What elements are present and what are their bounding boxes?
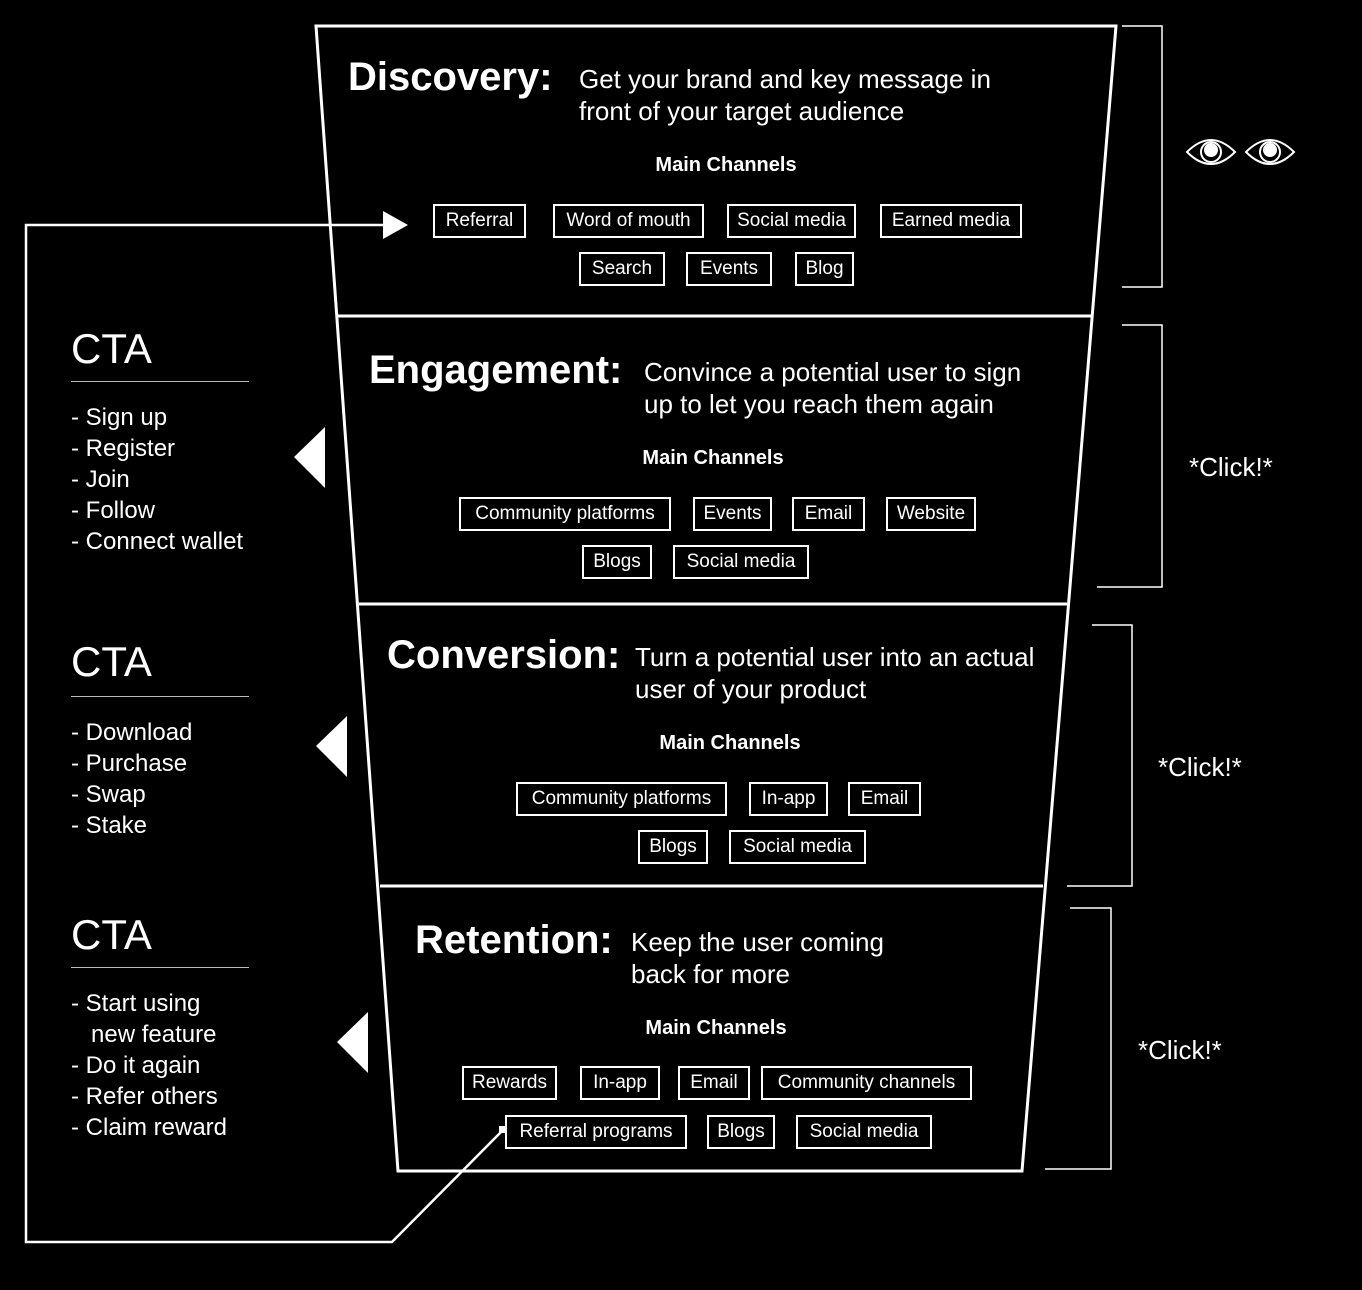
bracket-discovery xyxy=(1122,25,1163,288)
channel-chip: Search xyxy=(579,252,665,286)
stage-desc-line: up to let you reach them again xyxy=(644,389,994,419)
channel-chip: Social media xyxy=(673,545,809,579)
funnel-outline xyxy=(314,24,1118,1173)
cta-item: - Connect wallet xyxy=(71,528,244,555)
stage-desc-line: Turn a potential user into an actual xyxy=(635,642,1035,672)
channel-chip: Blogs xyxy=(582,545,652,579)
cta-divider xyxy=(71,696,249,697)
channel-chip: Earned media xyxy=(880,204,1022,238)
cta-divider xyxy=(71,381,249,382)
cta-title: CTA xyxy=(71,911,152,958)
click-label: *Click!* xyxy=(1189,452,1273,482)
triangle-left-icon xyxy=(337,1012,368,1073)
bracket-conversion xyxy=(1067,624,1133,887)
main-channels-label: Main Channels xyxy=(659,732,801,754)
stage-brackets xyxy=(1045,25,1163,1170)
stage-desc-line: front of your target audience xyxy=(579,96,905,126)
triangle-left-icon xyxy=(316,716,347,777)
stage-desc-line: Keep the user coming xyxy=(631,927,884,957)
cta-item: - Follow xyxy=(71,497,156,524)
channel-chip: Website xyxy=(886,497,976,531)
cta-list: - Sign up - Register - Join - Follow - Conne… xyxy=(71,402,243,557)
cta-item: - Sign up xyxy=(71,404,168,431)
stage-desc-line: back for more xyxy=(631,959,790,989)
cta-item: - Start using xyxy=(71,990,201,1017)
channel-chip: Blogs xyxy=(638,830,708,864)
stage-desc-line: Convince a potential user to sign xyxy=(644,357,1022,387)
channel-chip: Community platforms xyxy=(516,782,727,816)
cta-item: - Do it again xyxy=(71,1052,201,1079)
channel-chip: In-app xyxy=(749,782,828,816)
main-channels-label: Main Channels xyxy=(655,154,797,176)
cta-item: - Purchase xyxy=(71,750,188,777)
cta-item: - Stake xyxy=(71,812,148,839)
channel-chip: Blog xyxy=(795,252,854,286)
cta-divider xyxy=(71,967,249,968)
cta-item: - Refer others xyxy=(71,1083,218,1110)
cta-item: - Register xyxy=(71,435,176,462)
main-channels-label: Main Channels xyxy=(645,1017,787,1039)
click-label: *Click!* xyxy=(1158,752,1242,782)
channel-chip: Community platforms xyxy=(459,497,671,531)
stage-desc-line: Get your brand and key message in xyxy=(579,64,991,94)
stage-title-conversion: Conversion: xyxy=(387,633,621,677)
cta-item: new feature xyxy=(71,1021,217,1048)
cta-item: - Join xyxy=(71,466,130,493)
cta-list: - Download - Purchase - Swap - Stake xyxy=(71,717,192,841)
channel-chip: Email xyxy=(792,497,865,531)
main-channels-label: Main Channels xyxy=(642,447,784,469)
channel-chip: Community channels xyxy=(761,1066,972,1100)
arrow-right-icon xyxy=(383,211,408,239)
channel-chip: Social media xyxy=(727,204,856,238)
channel-chip: Word of mouth xyxy=(553,204,704,238)
channel-chip: Events xyxy=(686,252,772,286)
cta-title: CTA xyxy=(71,325,152,372)
cta-title: CTA xyxy=(71,638,152,685)
channel-chip: Email xyxy=(848,782,921,816)
cta-item: - Download xyxy=(71,719,193,746)
channel-chip: In-app xyxy=(580,1066,660,1100)
channel-chip: Rewards xyxy=(462,1066,557,1100)
channel-chip: Referral xyxy=(433,204,526,238)
eyes-icon xyxy=(1185,139,1296,165)
channel-chip: Referral programs xyxy=(505,1115,687,1149)
stage-desc-line: user of your product xyxy=(635,674,867,704)
triangle-left-icon xyxy=(294,427,325,488)
click-label: *Click!* xyxy=(1138,1035,1222,1065)
stage-title-discovery: Discovery: xyxy=(348,55,553,99)
cta-list: - Start using new feature - Do it again - … xyxy=(71,988,227,1143)
stage-title-retention: Retention: xyxy=(415,918,613,962)
channel-chip: Email xyxy=(678,1066,750,1100)
cta-item: - Claim reward xyxy=(71,1114,228,1141)
stage-title-engagement: Engagement: xyxy=(369,348,623,392)
cta-item: - Swap xyxy=(71,781,146,808)
bracket-engagement xyxy=(1097,324,1163,588)
channel-chip: Events xyxy=(693,497,772,531)
bracket-retention xyxy=(1045,907,1112,1170)
channel-chip: Social media xyxy=(796,1115,932,1149)
channel-chip: Blogs xyxy=(707,1115,775,1149)
channel-chip: Social media xyxy=(729,830,866,864)
